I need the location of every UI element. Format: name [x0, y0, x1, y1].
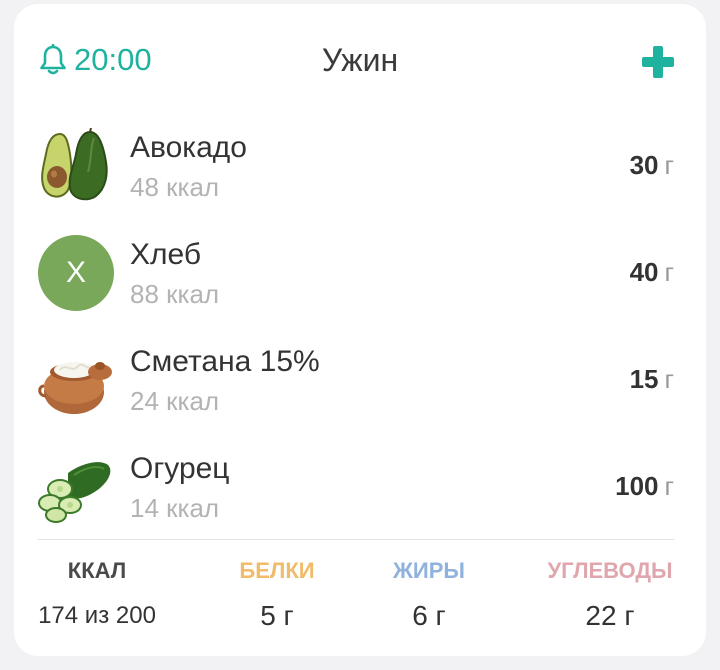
total-label: ККАЛ — [67, 558, 127, 583]
food-list: Авокадо 48 ккал 30г Х Хлеб 88 ккал 40г — [14, 114, 706, 542]
food-name: Авокадо — [130, 131, 247, 164]
amount-value: 100 — [615, 471, 659, 501]
total-label: ЖИРЫ — [393, 558, 465, 583]
sour-cream-image — [38, 342, 114, 418]
meal-card: 20:00 Ужин Авокадо 48 ккал 30 г Х Хлеб 8… — [14, 4, 706, 656]
meal-title: Ужин — [321, 42, 399, 78]
total-label: УГЛЕВОДЫ — [547, 558, 673, 583]
meal-header: 20:00 Ужин — [14, 4, 706, 114]
total-kcal: ККАЛ 174 из 200 — [22, 556, 172, 632]
total-fat: ЖИРЫ 6 г — [354, 556, 504, 632]
cucumber-image — [38, 449, 114, 525]
amount-value: 30 — [629, 150, 659, 180]
amount-unit: г — [664, 257, 674, 287]
total-carbs: УГЛЕВОДЫ 22 г — [526, 556, 694, 632]
letter-avatar: Х — [38, 235, 114, 311]
amount-value: 15 — [629, 364, 659, 394]
food-item-avocado[interactable]: Авокадо 48 ккал 30 г — [14, 114, 706, 221]
food-amount: 15 г — [630, 362, 674, 396]
add-food-button[interactable] — [640, 44, 676, 80]
food-name: Хлеб — [130, 238, 202, 271]
food-amount: 30 г — [630, 148, 674, 182]
food-item-sour-cream[interactable]: Сметана 15% 24 ккал 15 г — [14, 328, 706, 435]
total-label: БЕЛКИ — [239, 558, 315, 583]
food-kcal: 48 ккал — [130, 172, 220, 202]
food-name: Сметана 15% — [130, 345, 320, 378]
total-value: 5 г — [260, 600, 294, 631]
plus-icon — [642, 46, 674, 78]
divider — [38, 539, 674, 540]
amount-unit: г — [664, 150, 674, 180]
nutrition-totals: ККАЛ 174 из 200 БЕЛКИ 5 г ЖИРЫ 6 г УГЛЕВ… — [14, 556, 706, 646]
food-name: Огурец — [130, 452, 230, 485]
amount-unit: г — [664, 471, 674, 501]
total-value: 6 г — [412, 600, 446, 631]
amount-value: 40 — [629, 257, 659, 287]
food-item-cucumber[interactable]: Огурец 14 ккал 100 г — [14, 435, 706, 542]
food-kcal: 88 ккал — [130, 279, 220, 309]
food-kcal: 14 ккал — [130, 493, 220, 523]
amount-unit: г — [664, 364, 674, 394]
food-kcal: 24 ккал — [130, 386, 220, 416]
avocado-image — [38, 128, 114, 204]
total-value: 174 из 200 — [38, 602, 156, 629]
food-amount: 40 г — [630, 255, 674, 289]
food-amount: 100 г — [615, 469, 674, 503]
total-protein: БЕЛКИ 5 г — [202, 556, 352, 632]
total-value: 22 г — [585, 600, 635, 631]
food-item-bread[interactable]: Х Хлеб 88 ккал 40 г — [14, 221, 706, 328]
